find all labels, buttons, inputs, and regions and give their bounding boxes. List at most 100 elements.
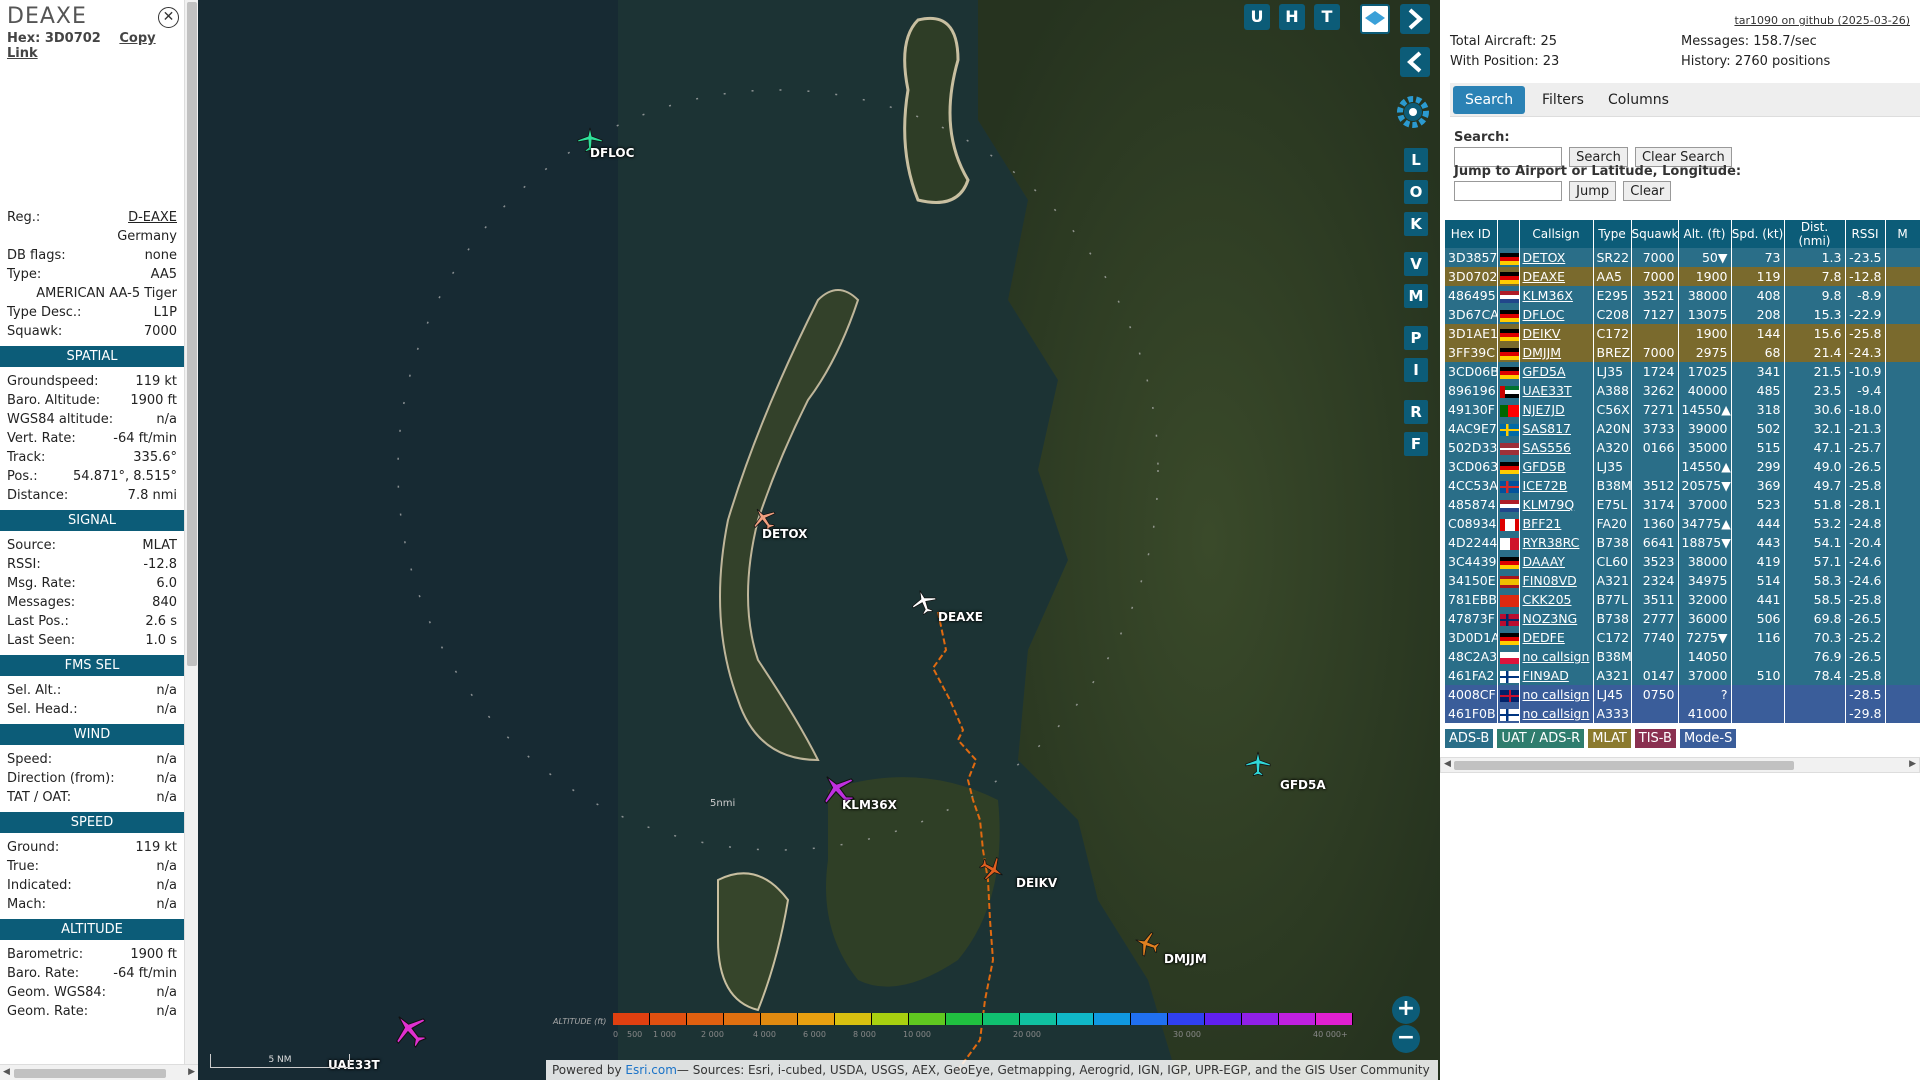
jump-button[interactable]: Jump [1569,181,1617,201]
table-row[interactable]: 3D0702 DEAXE AA5 7000 1900 119 7.8 -12.8 [1445,267,1920,286]
cell-callsign[interactable]: DEIKV [1519,324,1594,343]
table-row[interactable]: 3D1AE1 DEIKV C172 1900 144 15.6 -25.8 [1445,324,1920,343]
cell-callsign[interactable]: DEAXE [1519,267,1594,286]
aircraft-label[interactable]: DEIKV [1016,876,1057,890]
table-row[interactable]: 781EBB CKK205 B77L 3511 32000 441 58.5 -25.8 [1445,590,1920,609]
cell-callsign[interactable]: no callsign [1519,704,1594,723]
map-button-i[interactable]: I [1404,358,1428,382]
cell-callsign[interactable]: ICE72B [1519,476,1594,495]
jump-input[interactable] [1454,181,1562,201]
scroll-left-arrow-icon[interactable]: ◀ [1444,759,1451,769]
cell-callsign[interactable]: GFD5B [1519,457,1594,476]
aircraft-label[interactable]: DFLOC [590,146,634,160]
aircraft-label[interactable]: DMJJM [1164,952,1207,966]
cell-callsign[interactable]: no callsign [1519,647,1594,666]
table-row[interactable]: 3CD06B GFD5A LJ35 1724 17025 341 21.5 -10.9 [1445,362,1920,381]
collapse-left-button[interactable] [1400,47,1430,77]
aircraft-label[interactable]: DEAXE [938,610,983,624]
close-icon[interactable]: ✕ [158,7,179,28]
map-button-f[interactable]: F [1404,432,1428,456]
map-button-t[interactable]: T [1314,4,1340,30]
table-row[interactable]: C08934 BFF21 FA20 1360 34775▲ 444 53.2 -24.8 [1445,514,1920,533]
scroll-thumb[interactable] [14,1069,166,1078]
aircraft-marker[interactable] [1133,930,1161,958]
table-row[interactable]: 4CC53A ICE72B B38M 3512 20575▼ 369 49.7 -25.8 [1445,476,1920,495]
cell-callsign[interactable]: RYR38RC [1519,533,1594,552]
map-button-k[interactable]: K [1404,212,1428,236]
column-header[interactable]: Type [1593,220,1632,248]
map[interactable]: DFLOC DETOX DEAXE KLM36X GFD5A DEIKV DMJJM UAE3… [198,0,1440,1080]
map-button-m[interactable]: M [1404,284,1428,308]
table-row[interactable]: 4AC9E7 SAS817 A20N 3733 39000 502 32.1 -21.3 [1445,419,1920,438]
aircraft-marker[interactable] [978,855,1006,883]
table-row[interactable]: 485874 KLM79Q E75L 3174 37000 523 51.8 -28.1 [1445,495,1920,514]
table-row[interactable]: 3D67CA DFLOC C208 7127 13075 208 15.3 -22.9 [1445,305,1920,324]
table-row[interactable]: 461FA2 FIN9AD A321 0147 37000 510 78.4 -25.8 [1445,666,1920,685]
map-button-u[interactable]: U [1244,4,1270,30]
info-vertical-scrollbar[interactable]: ▲ ▼ [184,0,198,1080]
map-button-l[interactable]: L [1404,148,1428,172]
expand-right-button[interactable] [1400,4,1430,34]
map-button-h[interactable]: H [1279,4,1305,30]
cell-callsign[interactable]: DFLOC [1519,305,1594,324]
cell-callsign[interactable]: BFF21 [1519,514,1594,533]
cell-callsign[interactable]: SAS556 [1519,438,1594,457]
info-horizontal-scrollbar[interactable]: ◀ ▶ [0,1064,198,1080]
table-row[interactable]: 48C2A3 no callsign B38M 14050 76.9 -26.5 [1445,647,1920,666]
table-row[interactable]: 49130F NJE7JD C56X 7271 14550▲ 318 30.6 -18.0 [1445,400,1920,419]
zoom-in-button[interactable]: + [1392,996,1420,1024]
cell-callsign[interactable]: CKK205 [1519,590,1594,609]
table-row[interactable]: 34150E FIN08VD A321 2324 34975 514 58.3 -24.6 [1445,571,1920,590]
map-button-p[interactable]: P [1404,326,1428,350]
tab-filters[interactable]: Filters [1530,86,1596,114]
cell-callsign[interactable]: NJE7JD [1519,400,1594,419]
table-row[interactable]: 3FF39C DMJJM BREZ 7000 2975 68 21.4 -24.3 [1445,343,1920,362]
table-row[interactable]: 896196 UAE33T A388 3262 40000 485 23.5 -9.4 [1445,381,1920,400]
scroll-thumb[interactable] [187,2,197,666]
table-row[interactable]: 3C4439 DAAAY CL60 3523 38000 419 57.1 -24.6 [1445,552,1920,571]
scroll-right-arrow-icon[interactable]: ▶ [1909,759,1916,769]
table-row[interactable]: 47873F NOZ3NG B738 2777 36000 506 69.8 -26.5 [1445,609,1920,628]
aircraft-marker[interactable] [1244,750,1272,778]
settings-gear-icon[interactable] [1391,90,1435,134]
column-header[interactable]: RSSI [1845,220,1886,248]
cell-callsign[interactable]: FIN9AD [1519,666,1594,685]
table-row[interactable]: 486495 KLM36X E295 3521 38000 408 9.8 -8.9 [1445,286,1920,305]
table-row[interactable]: 4D2244 RYR38RC B738 6641 18875▼ 443 54.1 -20.4 [1445,533,1920,552]
table-row[interactable]: 461F0B no callsign A333 41000 -29.8 [1445,704,1920,723]
cell-callsign[interactable]: GFD5A [1519,362,1594,381]
attribution-esri-link[interactable]: Esri.com [625,1063,677,1077]
map-button-o[interactable]: O [1404,180,1428,204]
table-horizontal-scrollbar[interactable]: ◀ ▶ [1440,757,1920,773]
github-link[interactable]: tar1090 on github (2025-03-26) [1734,14,1910,27]
column-header[interactable]: Alt. (ft) [1678,220,1732,248]
aircraft-marker[interactable] [390,1010,430,1050]
map-button-v[interactable]: V [1404,252,1428,276]
cell-callsign[interactable]: NOZ3NG [1519,609,1594,628]
cell-callsign[interactable]: no callsign [1519,685,1594,704]
cell-callsign[interactable]: DETOX [1519,248,1594,267]
table-row[interactable]: 3CD063 GFD5B LJ35 14550▲ 299 49.0 -26.5 [1445,457,1920,476]
column-header[interactable]: Callsign [1519,220,1594,248]
zoom-out-button[interactable]: − [1392,1025,1420,1053]
column-header[interactable]: Dist. (nmi) [1784,220,1846,248]
info-field-value[interactable]: D-EAXE [128,208,177,227]
aircraft-label[interactable]: KLM36X [842,798,897,812]
cell-callsign[interactable]: DEDFE [1519,628,1594,647]
aircraft-label[interactable]: GFD5A [1280,778,1326,792]
table-row[interactable]: 3D3857 DETOX SR22 7000 50▼ 73 1.3 -23.5 [1445,248,1920,267]
cell-callsign[interactable]: SAS817 [1519,419,1594,438]
cell-callsign[interactable]: DAAAY [1519,552,1594,571]
cell-callsign[interactable]: KLM36X [1519,286,1594,305]
scroll-right-arrow-icon[interactable]: ▶ [188,1067,195,1077]
cell-callsign[interactable]: UAE33T [1519,381,1594,400]
table-row[interactable]: 502D33 SAS556 A320 0166 35000 515 47.1 -25.7 [1445,438,1920,457]
table-row[interactable]: 4008CF no callsign LJ45 0750? -28.5 [1445,685,1920,704]
cell-callsign[interactable]: KLM79Q [1519,495,1594,514]
aircraft-marker[interactable] [910,588,938,616]
column-header[interactable]: Spd. (kt) [1731,220,1785,248]
column-header[interactable] [1497,220,1520,248]
cell-callsign[interactable]: DMJJM [1519,343,1594,362]
layers-button[interactable] [1360,4,1390,34]
tab-columns[interactable]: Columns [1596,86,1681,114]
